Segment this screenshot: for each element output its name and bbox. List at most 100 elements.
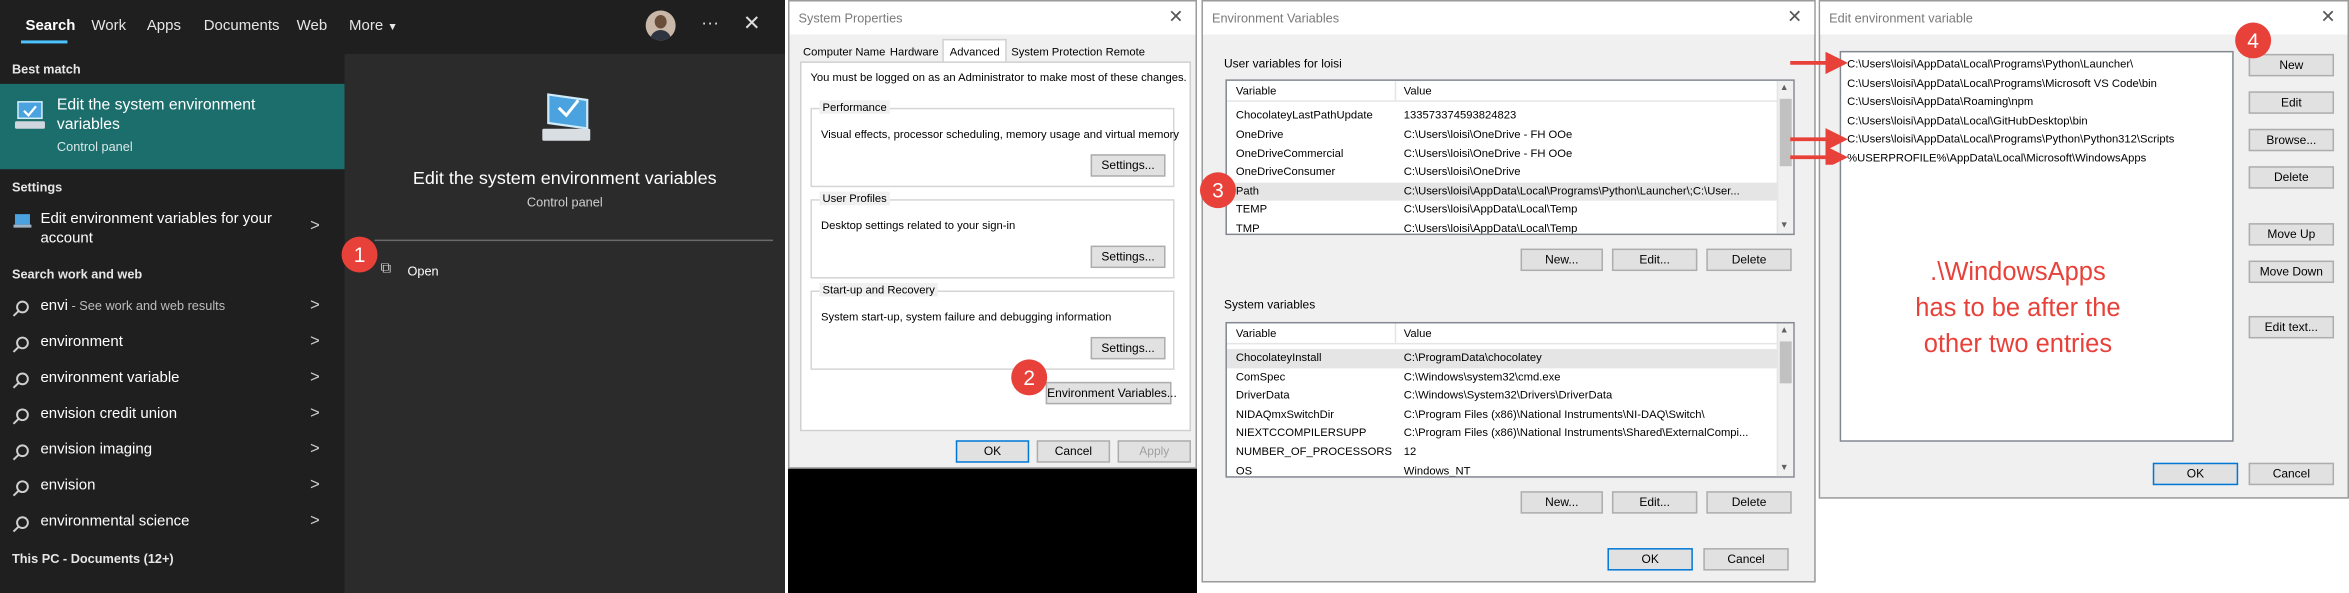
ok-button[interactable]: OK — [955, 440, 1030, 463]
table-row[interactable]: OS Windows_NT — [1227, 462, 1778, 478]
browse-button[interactable]: Browse... — [2248, 128, 2335, 152]
table-row-selected[interactable]: ChocolateyInstall C:\ProgramData\chocolat… — [1226, 348, 1779, 368]
work-web-header: Search work and web — [11, 266, 143, 282]
tab-system-protection[interactable]: System Protection — [1011, 45, 1102, 58]
tab-advanced[interactable]: Advanced — [942, 38, 1007, 63]
ok-button[interactable]: OK — [1607, 548, 1693, 571]
table-row[interactable]: NIEXTCCOMPILERSUPP C:\Program Files (x86)… — [1227, 424, 1778, 443]
cancel-button[interactable]: Cancel — [2248, 462, 2335, 486]
suggestion-text: environment variable — [40, 369, 180, 387]
table-row[interactable]: ComSpec C:\Windows\system32\cmd.exe — [1227, 368, 1778, 387]
path-entries-list[interactable]: C:\Users\loisi\AppData\Local\Programs\Py… — [1839, 50, 2234, 442]
suggestion-item[interactable]: envision credit union > — [0, 398, 345, 431]
startup-recovery-settings-button[interactable]: Settings... — [1090, 336, 1166, 360]
annotation-line: .\WindowsApps — [1930, 257, 2106, 287]
chevron-right-icon: > — [310, 368, 320, 387]
new-button[interactable]: New — [2248, 53, 2335, 77]
list-item[interactable]: C:\Users\loisi\AppData\Local\GitHubDeskt… — [1841, 112, 2232, 131]
avatar[interactable] — [645, 10, 676, 41]
variable-name: TMP — [1235, 221, 1260, 236]
suggestion-item[interactable]: envision imaging > — [0, 434, 345, 467]
settings-icon — [13, 214, 32, 228]
variable-name: TEMP — [1235, 202, 1268, 217]
move-up-button[interactable]: Move Up — [2248, 223, 2335, 246]
scroll-down-icon[interactable]: ▼ — [1780, 464, 1789, 473]
list-item[interactable]: C:\Users\loisi\AppData\Local\Programs\Py… — [1841, 131, 2232, 150]
user-delete-button[interactable]: Delete — [1706, 248, 1792, 272]
tab-more[interactable]: More ▼ — [349, 18, 398, 34]
tab-search[interactable]: Search — [25, 18, 75, 34]
variable-name: DriverData — [1235, 388, 1290, 402]
user-profiles-group: User Profiles Desktop settings related t… — [810, 191, 1175, 279]
table-row[interactable]: TEMP C:\Users\loisi\AppData\Local\Temp — [1227, 201, 1778, 220]
close-icon[interactable]: ✕ — [2320, 6, 2335, 27]
system-variables-list[interactable]: Variable Value ChocolateyInstall C:\Progr… — [1225, 321, 1795, 478]
vertical-scrollbar[interactable]: ▲ ▼ — [1776, 323, 1794, 477]
table-row[interactable]: OneDrive C:\Users\loisi\OneDrive - FH OOe — [1227, 126, 1778, 145]
table-row[interactable]: DriverData C:\Windows\System32\Drivers\Dr… — [1227, 387, 1778, 406]
more-options-icon[interactable]: ··· — [701, 12, 719, 33]
variable-name: OS — [1235, 463, 1253, 478]
variable-name: OneDriveConsumer — [1235, 165, 1336, 179]
suggestion-item[interactable]: environmental science > — [0, 506, 345, 539]
tab-web[interactable]: Web — [297, 18, 328, 34]
cancel-button[interactable]: Cancel — [1703, 548, 1789, 571]
user-variables-list[interactable]: Variable Value ChocolateyLastPathUpdate 1… — [1225, 79, 1795, 236]
documents-header[interactable]: This PC - Documents (12+) — [12, 551, 174, 566]
tab-documents[interactable]: Documents — [204, 18, 280, 34]
suggestion-item[interactable]: environment variable > — [0, 362, 345, 395]
move-down-button[interactable]: Move Down — [2248, 260, 2335, 284]
edit-text-button[interactable]: Edit text... — [2248, 315, 2335, 339]
list-item[interactable]: %USERPROFILE%\AppData\Local\Microsoft\Wi… — [1841, 150, 2232, 169]
suggestion-item[interactable]: envision > — [0, 470, 345, 503]
variable-value: C:\Windows\System32\Drivers\DriverData — [1403, 388, 1613, 402]
open-action[interactable]: ⧉ Open — [375, 261, 773, 288]
environment-variables-button[interactable]: Environment Variables... — [1045, 381, 1177, 405]
close-icon[interactable]: ✕ — [743, 10, 761, 35]
tab-computer-name[interactable]: Computer Name — [803, 45, 885, 58]
settings-result[interactable]: Edit environment variables for your acco… — [0, 204, 345, 255]
search-icon — [12, 406, 30, 425]
system-delete-button[interactable]: Delete — [1706, 491, 1792, 514]
user-edit-button[interactable]: Edit... — [1611, 248, 1698, 272]
path-entry: C:\Users\loisi\AppData\Local\GitHubDeskt… — [1847, 113, 2088, 127]
user-new-button[interactable]: New... — [1520, 248, 1603, 272]
tab-remote[interactable]: Remote — [1106, 45, 1145, 58]
table-row-selected[interactable]: Path C:\Users\loisi\AppData\Local\Program… — [1226, 182, 1779, 202]
variable-value: C:\Program Files (x86)\National Instrume… — [1403, 425, 1749, 440]
table-row[interactable]: NIDAQmxSwitchDir C:\Program Files (x86)\N… — [1227, 406, 1778, 425]
suggestion-item[interactable]: environment > — [0, 326, 345, 359]
annotation-note: .\WindowsApps has to be after the other … — [1853, 255, 2183, 363]
column-header-value: Value — [1403, 326, 1432, 340]
tab-apps[interactable]: Apps — [147, 18, 181, 34]
table-row[interactable]: ChocolateyLastPathUpdate 1335733745938248… — [1227, 106, 1778, 125]
table-row[interactable]: NUMBER_OF_PROCESSORS 12 — [1227, 443, 1778, 462]
scroll-up-icon[interactable]: ▲ — [1780, 326, 1789, 335]
table-row[interactable]: OneDriveCommercial C:\Users\loisi\OneDriv… — [1227, 145, 1778, 164]
scroll-down-icon[interactable]: ▼ — [1780, 222, 1789, 231]
performance-settings-button[interactable]: Settings... — [1090, 154, 1166, 177]
suggestion-item[interactable]: envi - See work and web results > — [0, 291, 345, 324]
user-profiles-settings-button[interactable]: Settings... — [1090, 245, 1166, 269]
delete-button[interactable]: Delete — [2248, 166, 2335, 189]
best-match-result[interactable]: Edit the system environment variables Co… — [0, 83, 345, 170]
scrollbar-thumb[interactable] — [1779, 341, 1792, 384]
system-edit-button[interactable]: Edit... — [1611, 491, 1698, 514]
cancel-button[interactable]: Cancel — [1036, 440, 1111, 463]
settings-result-label: Edit environment variables for your acco… — [40, 211, 272, 248]
list-item[interactable]: C:\Users\loisi\AppData\Local\Programs\Mi… — [1841, 74, 2232, 93]
tab-work[interactable]: Work — [91, 18, 126, 34]
ok-button[interactable]: OK — [2152, 462, 2239, 486]
variable-value: Windows_NT — [1403, 463, 1471, 478]
table-row[interactable]: OneDriveConsumer C:\Users\loisi\OneDrive — [1227, 164, 1778, 183]
tab-advanced-label: Advanced — [949, 44, 1000, 59]
edit-button[interactable]: Edit — [2248, 91, 2335, 114]
tab-hardware[interactable]: Hardware — [890, 45, 939, 58]
list-item[interactable]: C:\Users\loisi\AppData\Local\Programs\Py… — [1841, 55, 2232, 74]
system-new-button[interactable]: New... — [1520, 491, 1603, 514]
apply-button[interactable]: Apply — [1117, 440, 1191, 463]
close-icon[interactable]: ✕ — [1168, 6, 1183, 27]
close-icon[interactable]: ✕ — [1787, 6, 1802, 27]
list-item[interactable]: C:\Users\loisi\AppData\Roaming\npm — [1841, 93, 2232, 112]
table-row[interactable]: TMP C:\Users\loisi\AppData\Local\Temp — [1227, 220, 1778, 236]
